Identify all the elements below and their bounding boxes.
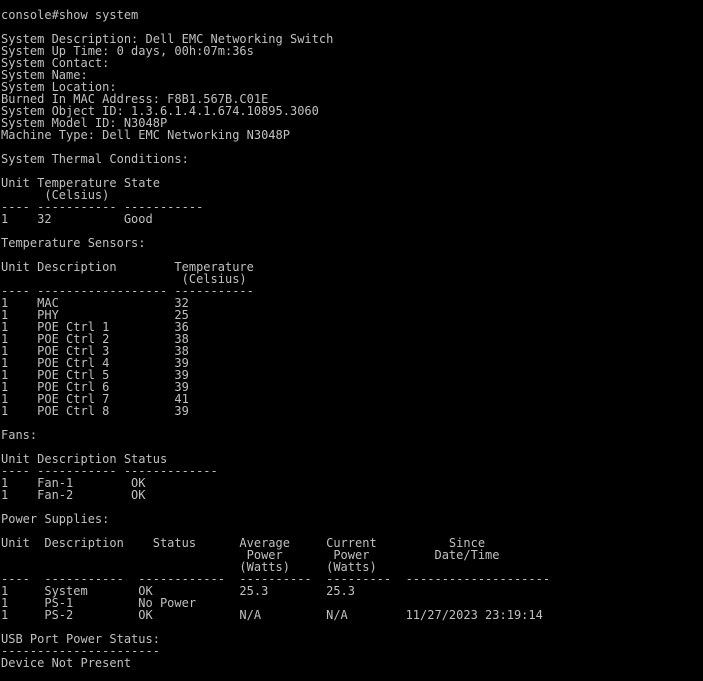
console-terminal[interactable]: console#show system System Description: D… bbox=[0, 0, 703, 681]
terminal-line: Temperature Sensors: bbox=[1, 236, 146, 250]
terminal-line: 1 PS-2 OK N/A N/A 11/27/2023 23:19:14 bbox=[1, 608, 543, 622]
terminal-line: Power Supplies: bbox=[1, 512, 110, 526]
terminal-line: Fans: bbox=[1, 428, 38, 442]
terminal-line: Device Not Present bbox=[1, 656, 132, 670]
terminal-line: 1 POE Ctrl 8 39 bbox=[1, 404, 189, 418]
terminal-line: Machine Type: Dell EMC Networking N3048P bbox=[1, 128, 290, 142]
terminal-line: System Thermal Conditions: bbox=[1, 152, 189, 166]
terminal-line: 1 32 Good bbox=[1, 212, 153, 226]
terminal-line: console#show system bbox=[1, 8, 139, 22]
terminal-output: console#show system System Description: D… bbox=[1, 9, 550, 669]
terminal-line: 1 Fan-2 OK bbox=[1, 488, 146, 502]
